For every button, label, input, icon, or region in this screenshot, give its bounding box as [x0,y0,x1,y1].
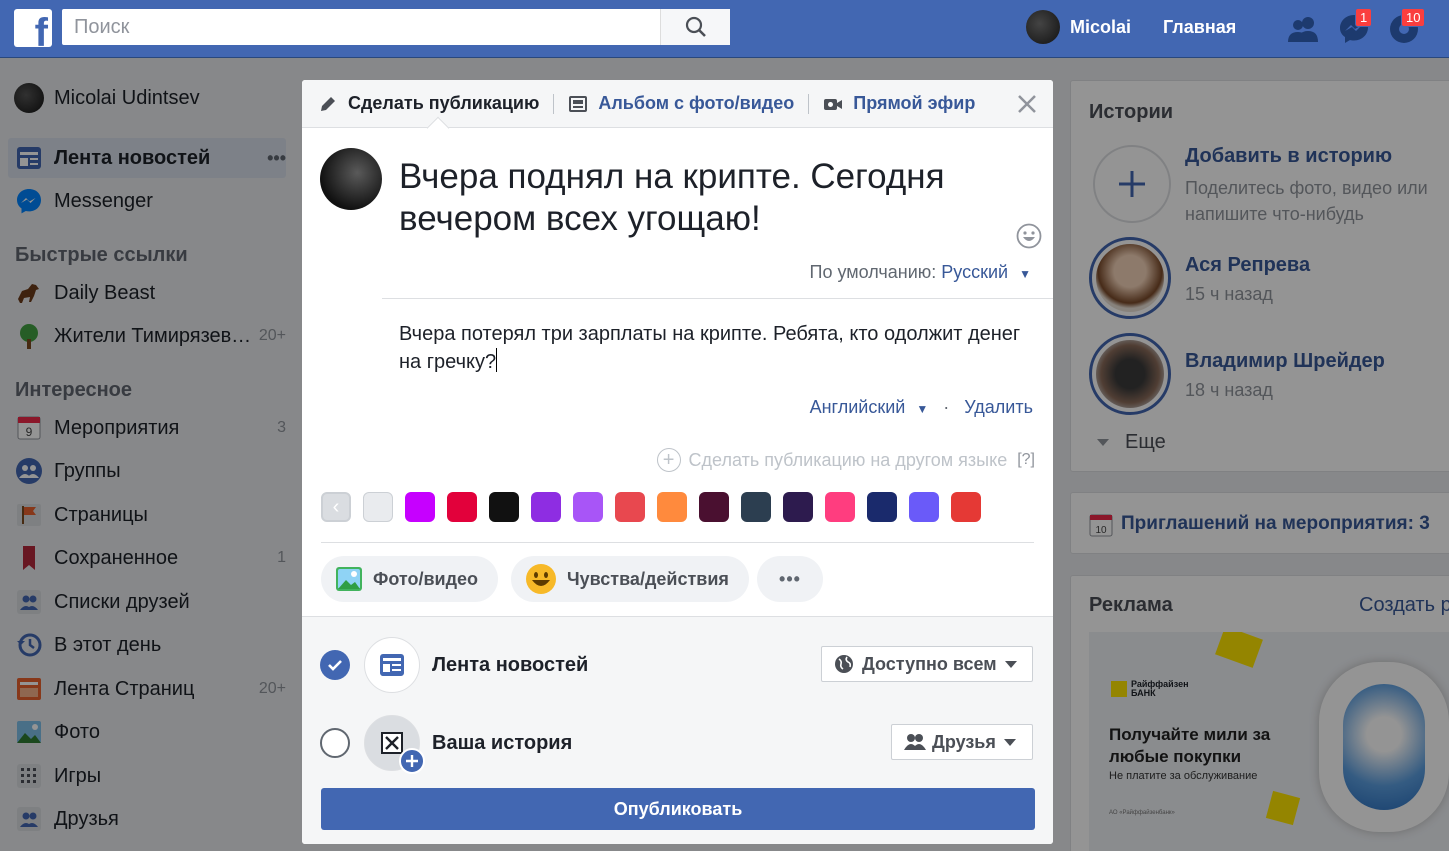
messages-badge: 1 [1355,8,1373,27]
composer-tabs: Сделать публикацию Альбом с фото/видео П… [302,80,1053,128]
background-swatch[interactable] [405,492,435,522]
translation-text: Вчера потерял три зарплаты на крипте. Ре… [399,323,1021,373]
tab-label: Альбом с фото/видео [598,93,795,113]
feeling-activity-label: Чувства/действия [567,568,729,589]
tab-create-post[interactable]: Сделать публикацию [318,80,539,128]
text-cursor [496,348,498,372]
separator-dot: · [943,397,950,417]
background-swatch[interactable] [699,492,729,522]
background-swatch[interactable] [783,492,813,522]
background-swatch[interactable] [825,492,855,522]
background-swatch[interactable] [867,492,897,522]
search-bar[interactable]: Поиск [62,9,730,45]
background-swatch[interactable] [657,492,687,522]
tab-separator [553,93,555,114]
tab-live-video[interactable]: Прямой эфир [823,80,975,128]
tab-separator [808,93,810,114]
background-swatch[interactable] [951,492,981,522]
profile-link[interactable]: Micolai [1026,10,1131,44]
add-other-language-button[interactable]: + Сделать публикацию на другом языке [?] [656,448,1035,472]
pencil-icon [321,96,335,111]
search-button[interactable] [660,9,730,45]
news-feed-icon [364,637,420,693]
share-to-news-feed[interactable]: Лента новостей [320,637,588,693]
album-icon [569,95,588,112]
plus-circle-icon: + [656,448,681,472]
background-swatch[interactable] [909,492,939,522]
background-swatch[interactable] [531,492,561,522]
video-camera-icon [824,98,843,110]
checkmark-icon [328,660,342,671]
translation-language-selector[interactable]: Английский [810,397,906,417]
caret-down-icon [1003,738,1016,746]
divider [382,298,1053,299]
add-circle-icon [399,748,425,774]
photo-icon [336,567,362,591]
background-color-picker: ‹ [321,492,993,522]
add-other-language-label: Сделать публикацию на другом языке [688,449,1008,470]
feed-privacy-selector[interactable]: Доступно всем [821,646,1033,682]
messenger-icon[interactable]: 1 [1337,8,1373,46]
globe-icon [835,655,853,673]
notifications-icon[interactable]: 10 [1387,8,1426,46]
tab-label: Прямой эфир [853,93,976,113]
news-feed-label: Лента новостей [432,653,589,676]
story-privacy-selector[interactable]: Друзья [891,724,1033,760]
caret-down-icon: ▼ [916,402,929,416]
more-options-button[interactable]: ••• [757,556,823,602]
publish-button[interactable]: Опубликовать [321,788,1035,830]
smiley-icon [526,564,556,594]
search-icon [685,16,706,37]
photo-video-button[interactable]: Фото/видео [321,556,499,602]
top-navigation-bar: f Поиск Micolai Главная 1 10 [0,0,1449,58]
post-text-input[interactable]: Вчера поднял на крипте. Сегодня вечером … [399,156,1019,240]
divider [321,542,1034,543]
caret-down-icon: ▼ [1019,267,1031,281]
photo-video-label: Фото/видео [373,568,479,589]
friend-requests-icon[interactable] [1286,12,1320,46]
create-post-dialog: Сделать публикацию Альбом с фото/видео П… [302,80,1053,844]
avatar [320,148,382,210]
default-language-label: По умолчанию: [809,262,937,282]
background-swatch[interactable] [741,492,771,522]
user-name: Micolai [1070,16,1132,37]
friends-icon [904,734,926,750]
notifications-badge: 10 [1401,8,1426,27]
tab-label: Сделать публикацию [348,93,540,113]
facebook-logo[interactable]: f [14,9,52,47]
home-link[interactable]: Главная [1163,17,1236,38]
translation-language-row: Английский ▼ · Удалить [810,397,1033,418]
feed-privacy-value: Доступно всем [862,653,997,674]
avatar [1026,10,1060,44]
story-privacy-value: Друзья [932,731,996,752]
background-swatch[interactable] [489,492,519,522]
background-swatch[interactable] [447,492,477,522]
delete-translation-link[interactable]: Удалить [964,397,1033,417]
close-icon[interactable] [1015,92,1039,116]
tab-photo-album[interactable]: Альбом с фото/видео [568,80,794,128]
feeling-activity-button[interactable]: Чувства/действия [511,556,749,602]
translation-text-input[interactable]: Вчера потерял три зарплаты на крипте. Ре… [399,320,1029,376]
story-icon [364,715,425,774]
caret-down-icon [1004,660,1017,668]
emoji-icon[interactable] [1016,223,1042,249]
default-language-value[interactable]: Русский [941,262,1008,282]
search-input[interactable]: Поиск [62,16,660,39]
story-label: Ваша история [432,731,573,754]
story-checkbox[interactable] [320,728,350,758]
background-swatch[interactable] [573,492,603,522]
news-feed-checkbox[interactable] [320,650,350,680]
chevron-left-icon[interactable]: ‹ [321,492,351,522]
share-to-story[interactable]: Ваша история [320,715,573,774]
help-link[interactable]: [?] [1017,451,1035,469]
default-language-selector[interactable]: По умолчанию: Русский ▼ [810,262,1031,283]
background-swatch[interactable] [615,492,645,522]
background-swatch[interactable] [363,492,393,522]
